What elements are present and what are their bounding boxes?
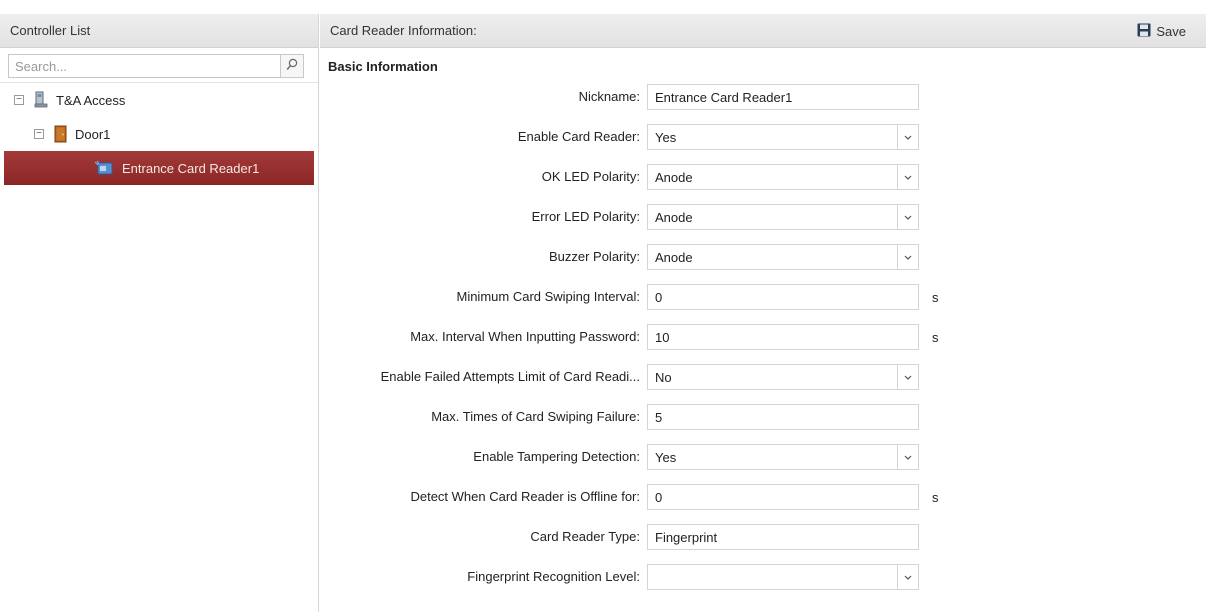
field-value: 0 [655, 489, 663, 505]
controller-icon [34, 91, 48, 109]
card-reader-icon [94, 160, 114, 176]
field-label: OK LED Polarity: [541, 169, 640, 184]
collapse-icon[interactable]: − [14, 95, 24, 105]
field-value: No [655, 369, 672, 385]
field-value: Yes [655, 449, 677, 465]
max-password-interval-input[interactable]: 10 [647, 324, 919, 350]
search-input[interactable] [8, 54, 280, 78]
form-row-fingerprint-level: Fingerprint Recognition Level: [320, 564, 1206, 590]
form-row-offline-detection: Detect When Card Reader is Offline for: … [320, 484, 1206, 510]
form-row-error-led-polarity: Error LED Polarity: Anode [320, 204, 1206, 230]
unit-label: s [932, 490, 939, 505]
field-label: Enable Card Reader: [517, 129, 640, 144]
fingerprint-level-select[interactable] [647, 564, 919, 590]
controller-list-panel: Controller List − T&A Access [0, 14, 319, 612]
controller-list-header: Controller List [0, 14, 318, 48]
buzzer-polarity-select[interactable]: Anode [647, 244, 919, 270]
form-row-max-password-interval: Max. Interval When Inputting Password: 1… [320, 324, 1206, 350]
chevron-down-icon[interactable] [897, 165, 918, 189]
form-row-card-reader-type: Card Reader Type: Fingerprint [320, 524, 1206, 550]
error-led-polarity-select[interactable]: Anode [647, 204, 919, 230]
tree-item-door1[interactable]: − Door1 [0, 117, 318, 151]
ok-led-polarity-select[interactable]: Anode [647, 164, 919, 190]
field-value: 10 [655, 329, 670, 345]
tree-item-label: T&A Access [56, 92, 126, 108]
field-label: Enable Tampering Detection: [473, 449, 640, 464]
card-reader-panel: Card Reader Information: Save Basic Info… [320, 14, 1206, 612]
field-label: Nickname: [578, 89, 640, 104]
chevron-down-icon[interactable] [897, 245, 918, 269]
offline-detection-input[interactable]: 0 [647, 484, 919, 510]
field-label: Detect When Card Reader is Offline for: [410, 489, 640, 504]
form-row-failed-attempts-limit: Enable Failed Attempts Limit of Card Rea… [320, 364, 1206, 390]
form-row-buzzer-polarity: Buzzer Polarity: Anode [320, 244, 1206, 270]
unit-label: s [932, 290, 939, 305]
panel-title: Card Reader Information: [330, 23, 477, 38]
chevron-down-icon[interactable] [897, 565, 918, 589]
controller-tree: − T&A Access − Door1 Entrance Card Reade… [0, 82, 318, 185]
save-label: Save [1156, 24, 1186, 39]
door-icon [54, 125, 67, 143]
tree-item-label: Door1 [75, 126, 111, 142]
form-row-ok-led-polarity: OK LED Polarity: Anode [320, 164, 1206, 190]
chevron-down-icon[interactable] [897, 445, 918, 469]
controller-list-title: Controller List [10, 23, 91, 38]
search-icon [286, 58, 298, 74]
field-value: Anode [655, 209, 693, 225]
chevron-down-icon[interactable] [897, 205, 918, 229]
section-title: Basic Information [328, 59, 438, 74]
field-label: Enable Failed Attempts Limit of Card Rea… [380, 369, 640, 384]
field-value: Anode [655, 169, 693, 185]
search-button[interactable] [280, 54, 304, 78]
field-label: Fingerprint Recognition Level: [467, 569, 640, 584]
failed-attempts-limit-select[interactable]: No [647, 364, 919, 390]
field-label: Minimum Card Swiping Interval: [456, 289, 640, 304]
form-row-nickname: Nickname: Entrance Card Reader1 [320, 84, 1206, 110]
card-reader-header: Card Reader Information: [320, 14, 1206, 48]
chevron-down-icon[interactable] [897, 125, 918, 149]
chevron-down-icon[interactable] [897, 365, 918, 389]
tree-item-entrance-card-reader1[interactable]: Entrance Card Reader1 [4, 151, 314, 185]
form-row-tampering-detection: Enable Tampering Detection: Yes [320, 444, 1206, 470]
min-swipe-interval-input[interactable]: 0 [647, 284, 919, 310]
save-icon [1137, 23, 1156, 40]
tampering-detection-select[interactable]: Yes [647, 444, 919, 470]
save-button[interactable]: Save [1137, 23, 1186, 40]
search-bar [0, 48, 318, 78]
tree-item-label: Entrance Card Reader1 [122, 160, 260, 176]
form-row-enable-card-reader: Enable Card Reader: Yes [320, 124, 1206, 150]
enable-card-reader-select[interactable]: Yes [647, 124, 919, 150]
unit-label: s [932, 330, 939, 345]
field-label: Max. Times of Card Swiping Failure: [431, 409, 640, 424]
form-row-max-swipe-failures: Max. Times of Card Swiping Failure: 5 [320, 404, 1206, 430]
field-label: Buzzer Polarity: [548, 249, 640, 264]
field-value: 0 [655, 289, 663, 305]
collapse-icon[interactable]: − [34, 129, 44, 139]
field-label: Card Reader Type: [530, 529, 640, 544]
form-row-min-swipe-interval: Minimum Card Swiping Interval: 0 s [320, 284, 1206, 310]
max-swipe-failures-input[interactable]: 5 [647, 404, 919, 430]
field-value: Anode [655, 249, 693, 265]
field-label: Error LED Polarity: [531, 209, 640, 224]
nickname-field[interactable]: Entrance Card Reader1 [647, 84, 919, 110]
field-label: Max. Interval When Inputting Password: [410, 329, 640, 344]
field-value: Entrance Card Reader1 [655, 89, 793, 105]
tree-item-ta-access[interactable]: − T&A Access [0, 83, 318, 117]
card-reader-type-field[interactable]: Fingerprint [647, 524, 919, 550]
field-value: Fingerprint [655, 529, 718, 545]
field-value: Yes [655, 129, 677, 145]
field-value: 5 [655, 409, 663, 425]
